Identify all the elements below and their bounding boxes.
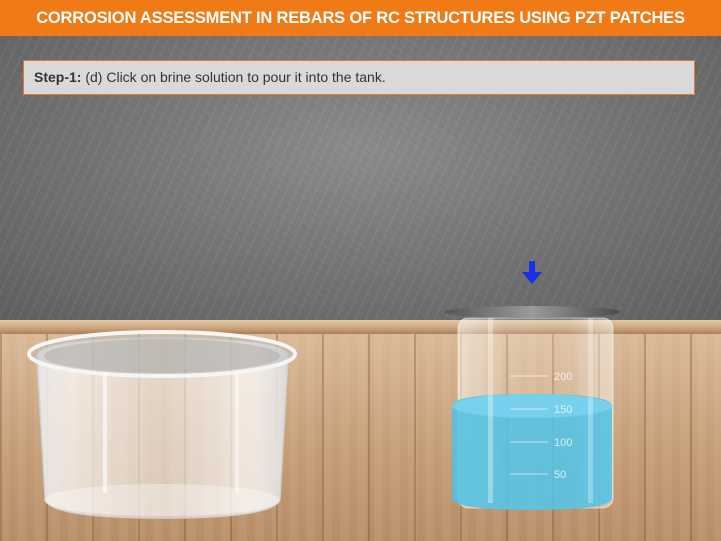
instruction-box: Step-1: (d) Click on brine solution to p…: [23, 60, 695, 95]
beaker-mark-150: 150: [554, 404, 572, 416]
glass-tank: [27, 330, 297, 519]
step-label: Step-1:: [34, 69, 82, 85]
arrow-down-icon[interactable]: [519, 260, 545, 286]
brine-beaker[interactable]: 200 150 100 50: [440, 306, 620, 516]
page-title: CORROSION ASSESSMENT IN REBARS OF RC STR…: [0, 0, 721, 36]
beaker-mark-200: 200: [554, 371, 572, 383]
instruction-text: (d) Click on brine solution to pour it i…: [81, 69, 386, 85]
beaker-mark-100: 100: [554, 437, 572, 449]
beaker-mark-50: 50: [554, 469, 566, 481]
